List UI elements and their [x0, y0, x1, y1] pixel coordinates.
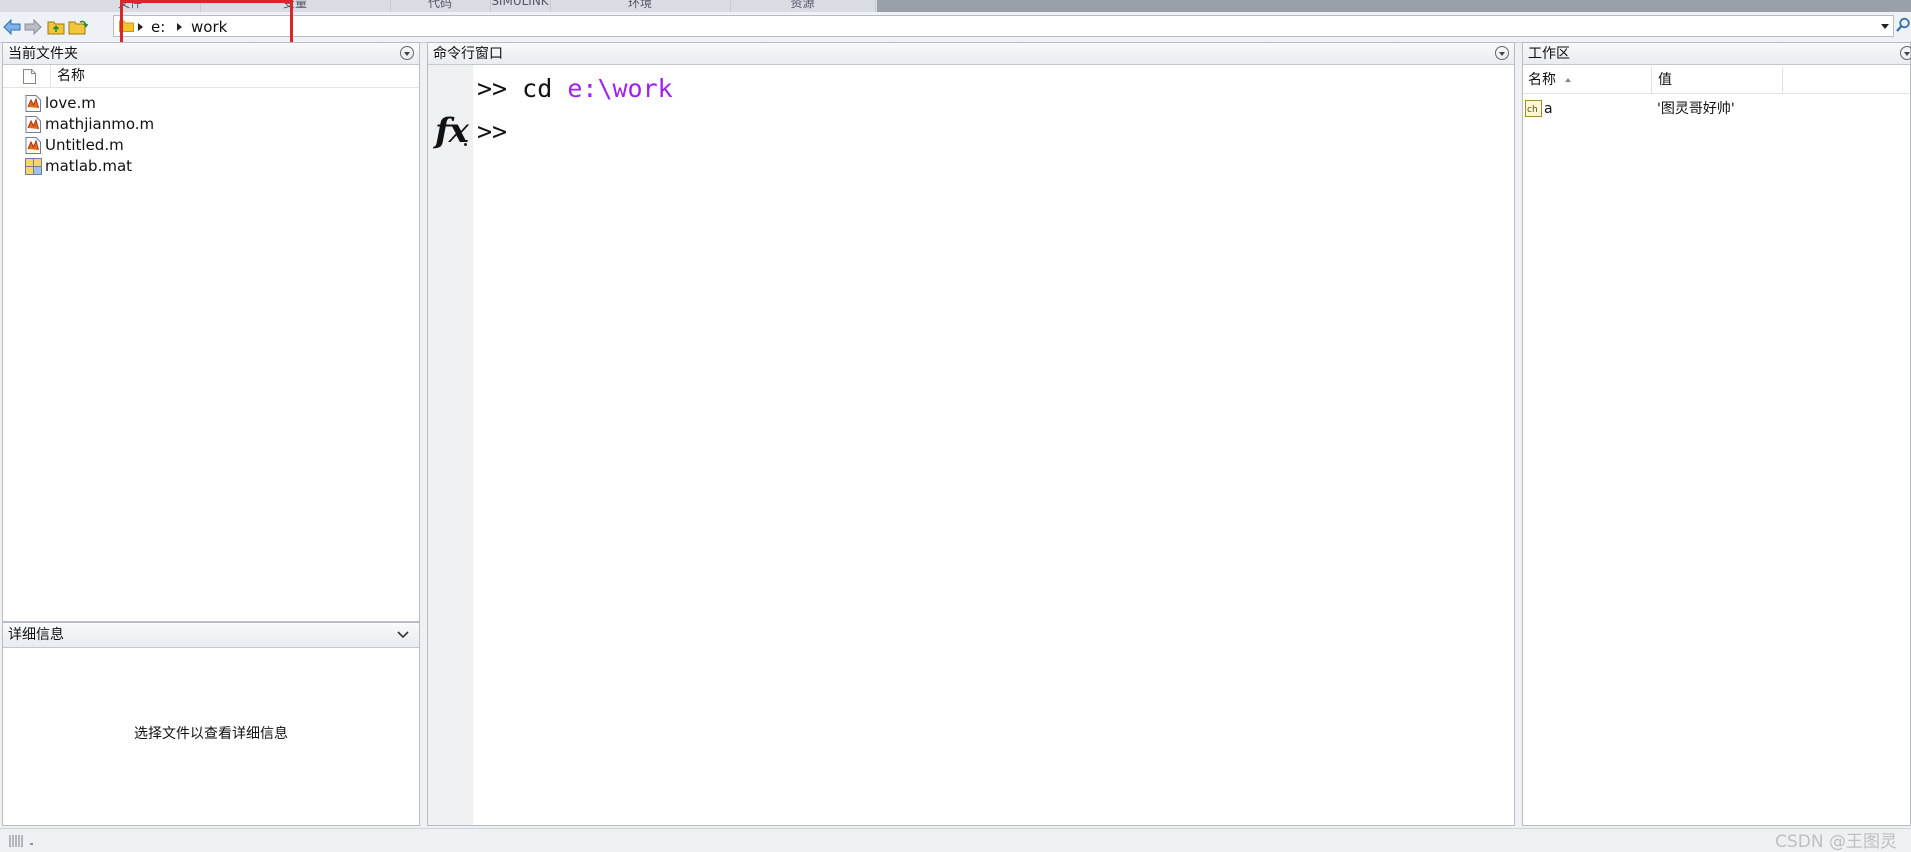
prompt-symbol: >>	[477, 74, 508, 103]
chevron-down-icon[interactable]	[397, 630, 409, 640]
file-row[interactable]: mathjianmo.m	[25, 114, 154, 134]
workspace-panel: 工作区 名称 值 ch a '图灵哥好帅'	[1522, 42, 1911, 826]
status-bar: CSDN @王图灵	[0, 828, 1911, 852]
details-placeholder: 选择文件以查看详细信息	[134, 726, 288, 742]
column-divider	[1782, 67, 1783, 93]
file-row[interactable]: Untitled.m	[25, 135, 124, 155]
up-folder-button[interactable]	[46, 17, 66, 37]
fx-gutter: fx	[428, 65, 473, 825]
file-row[interactable]: matlab.mat	[25, 156, 132, 176]
blank-document-icon	[23, 69, 36, 84]
fx-dot	[464, 143, 467, 146]
workspace-row[interactable]: ch a '图灵哥好帅'	[1523, 99, 1910, 119]
resize-grip-icon[interactable]	[8, 834, 36, 848]
back-button[interactable]	[2, 17, 22, 37]
current-folder-title: 当前文件夹	[3, 43, 419, 65]
sort-ascending-icon	[1565, 78, 1571, 82]
m-file-icon	[25, 94, 42, 112]
workspace-header: 名称 值	[1523, 67, 1910, 94]
file-name: matlab.mat	[45, 157, 133, 175]
m-file-icon	[25, 115, 42, 133]
path-field[interactable]: e: work	[113, 15, 1894, 37]
command-window-title: 命令行窗口	[428, 43, 1514, 65]
command-text: cd	[522, 74, 553, 103]
search-icon	[1896, 17, 1910, 32]
panel-menu-icon[interactable]	[400, 46, 414, 60]
watermark: CSDN @王图灵	[1775, 832, 1897, 852]
workspace-title: 工作区	[1523, 43, 1910, 65]
file-name: Untitled.m	[45, 136, 124, 154]
current-folder-panel: 当前文件夹 名称 love.m mathjianmo.m Untitled.m …	[2, 42, 420, 622]
details-title: 详细信息	[3, 623, 419, 648]
column-header-name[interactable]: 名称	[1528, 69, 1556, 91]
details-panel: 详细信息 选择文件以查看详细信息	[2, 622, 420, 826]
panel-menu-icon[interactable]	[1900, 46, 1911, 60]
ribbon-tab-environment[interactable]: 环境	[550, 0, 731, 12]
ribbon-tab-resources[interactable]: 资源	[730, 0, 876, 12]
command-history-line: >> cd e:\work	[477, 74, 673, 104]
folder-up-icon	[47, 21, 65, 35]
mat-file-icon	[25, 157, 42, 175]
variable-value: '图灵哥好帅'	[1657, 101, 1735, 117]
forward-button[interactable]	[23, 17, 43, 37]
command-input-line[interactable]: >>	[477, 117, 507, 147]
prompt-symbol: >>	[477, 117, 508, 146]
forward-arrow-icon	[24, 19, 42, 35]
fx-function-browser-icon[interactable]: fx	[435, 114, 469, 148]
column-header-value[interactable]: 值	[1658, 69, 1672, 91]
file-name: mathjianmo.m	[45, 115, 155, 133]
ribbon-tab-code[interactable]: 代码	[390, 0, 491, 12]
command-window-panel: 命令行窗口 fx >> cd e:\work >>	[427, 42, 1515, 826]
svg-text:ch: ch	[1527, 105, 1538, 115]
command-argument: e:\work	[567, 74, 673, 103]
file-name: love.m	[45, 94, 96, 112]
column-header-name[interactable]: 名称	[57, 65, 85, 87]
column-divider	[1651, 67, 1652, 93]
panel-menu-icon[interactable]	[1495, 46, 1509, 60]
path-dropdown-icon[interactable]	[1881, 24, 1889, 29]
search-button[interactable]	[1896, 17, 1911, 35]
file-list-header: 名称	[3, 65, 419, 88]
variable-name: a	[1544, 101, 1553, 117]
back-arrow-icon	[3, 19, 21, 35]
file-row[interactable]: love.m	[25, 93, 96, 113]
ribbon-tab-simulink[interactable]: SIMULINK	[490, 0, 551, 12]
column-divider	[50, 65, 51, 87]
browse-folder-icon	[68, 20, 88, 35]
m-file-icon	[25, 136, 42, 154]
char-variable-icon: ch	[1525, 100, 1542, 117]
ribbon-tail	[877, 0, 1911, 12]
browse-folder-button[interactable]	[68, 17, 88, 37]
